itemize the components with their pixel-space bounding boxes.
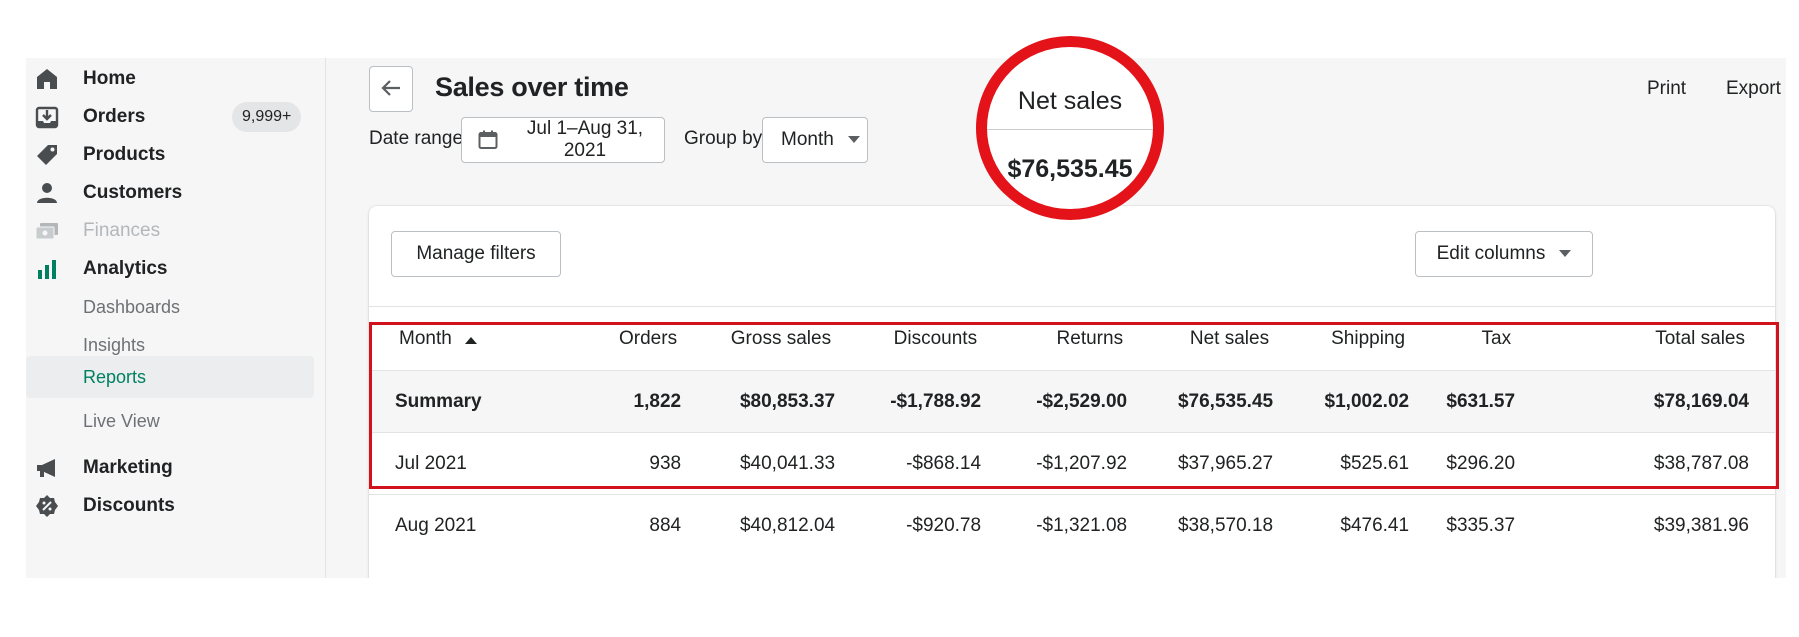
sidebar-item-discounts[interactable]: Discounts [26, 485, 316, 527]
table-cell: $476.41 [1299, 494, 1436, 557]
sidebar-subitem-label: Dashboards [83, 296, 181, 317]
sidebar-item-label: Customers [83, 182, 183, 203]
table-cell: $335.37 [1435, 494, 1542, 557]
app-frame: Home Orders 9,999+ Products Customers Fi… [26, 58, 1786, 578]
sidebar-item-analytics[interactable]: Analytics [26, 248, 316, 290]
table-cell: 884 [619, 494, 708, 557]
sidebar-subitem-label: Live View [83, 410, 160, 431]
page-title: Sales over time [435, 72, 629, 102]
sidebar-item-finances[interactable]: Finances [26, 210, 316, 252]
export-button[interactable]: Export [1726, 78, 1781, 100]
group-by-value: Month [781, 129, 834, 150]
sidebar-item-label: Home [83, 68, 136, 89]
group-by-label: Group by [684, 128, 763, 149]
table-cell: Aug 2021 [369, 494, 619, 557]
orders-icon [34, 104, 60, 130]
person-icon [34, 180, 60, 206]
sidebar-item-home[interactable]: Home [26, 58, 316, 100]
discount-icon [34, 493, 60, 519]
date-range-picker[interactable]: Jul 1–Aug 31, 2021 [461, 117, 665, 163]
sidebar-item-marketing[interactable]: Marketing [26, 447, 316, 489]
finances-icon [34, 218, 60, 244]
date-range-value: Jul 1–Aug 31, 2021 [526, 118, 644, 161]
megaphone-icon [34, 455, 60, 481]
sidebar-item-label: Discounts [83, 495, 175, 516]
table-cell: $39,381.96 [1541, 494, 1775, 557]
calendar-icon [478, 130, 498, 150]
arrow-left-icon [380, 77, 402, 102]
table-cell: -$1,321.08 [1007, 494, 1154, 557]
orders-count-badge: 9,999+ [232, 102, 302, 132]
net-sales-callout: Net sales $76,535.45 [976, 36, 1164, 220]
sidebar-item-label: Analytics [83, 258, 168, 279]
sidebar: Home Orders 9,999+ Products Customers Fi… [26, 58, 326, 578]
date-range-label: Date range [369, 128, 464, 149]
back-button[interactable] [369, 66, 413, 112]
table-row: Aug 2021 884 $40,812.04 -$920.78 -$1,321… [369, 494, 1775, 557]
table-cell: $38,570.18 [1153, 494, 1300, 557]
bar-chart-icon [34, 256, 60, 282]
sidebar-item-label: Marketing [83, 457, 173, 478]
print-button[interactable]: Print [1647, 78, 1686, 100]
manage-filters-button[interactable]: Manage filters [391, 231, 561, 277]
sidebar-subitem-label: Reports [83, 366, 147, 387]
caret-down-icon [1559, 250, 1572, 258]
tag-icon [34, 142, 60, 168]
sidebar-item-label: Products [83, 144, 166, 165]
sidebar-subitem-reports[interactable]: Reports [26, 356, 314, 398]
sidebar-item-customers[interactable]: Customers [26, 172, 316, 214]
sidebar-item-label: Orders [83, 106, 146, 127]
table-highlight-annotation [369, 322, 1779, 489]
table-cell: -$920.78 [861, 494, 1008, 557]
net-sales-callout-value: $76,535.45 [1007, 155, 1133, 183]
sidebar-item-orders[interactable]: Orders 9,999+ [26, 96, 316, 138]
edit-columns-label: Edit columns [1436, 243, 1546, 264]
caret-down-icon [847, 136, 860, 144]
sidebar-subitem-label: Insights [83, 334, 146, 355]
table-cell: $40,812.04 [707, 494, 862, 557]
sidebar-subitem-live-view[interactable]: Live View [26, 400, 316, 442]
edit-columns-button[interactable]: Edit columns [1415, 231, 1593, 277]
sidebar-item-products[interactable]: Products [26, 134, 316, 176]
net-sales-callout-divider [987, 129, 1153, 130]
sidebar-subitem-dashboards[interactable]: Dashboards [26, 286, 316, 328]
group-by-select[interactable]: Month [762, 117, 868, 163]
net-sales-callout-label: Net sales [1017, 87, 1123, 115]
sidebar-item-label: Finances [83, 220, 161, 241]
home-icon [34, 66, 60, 92]
